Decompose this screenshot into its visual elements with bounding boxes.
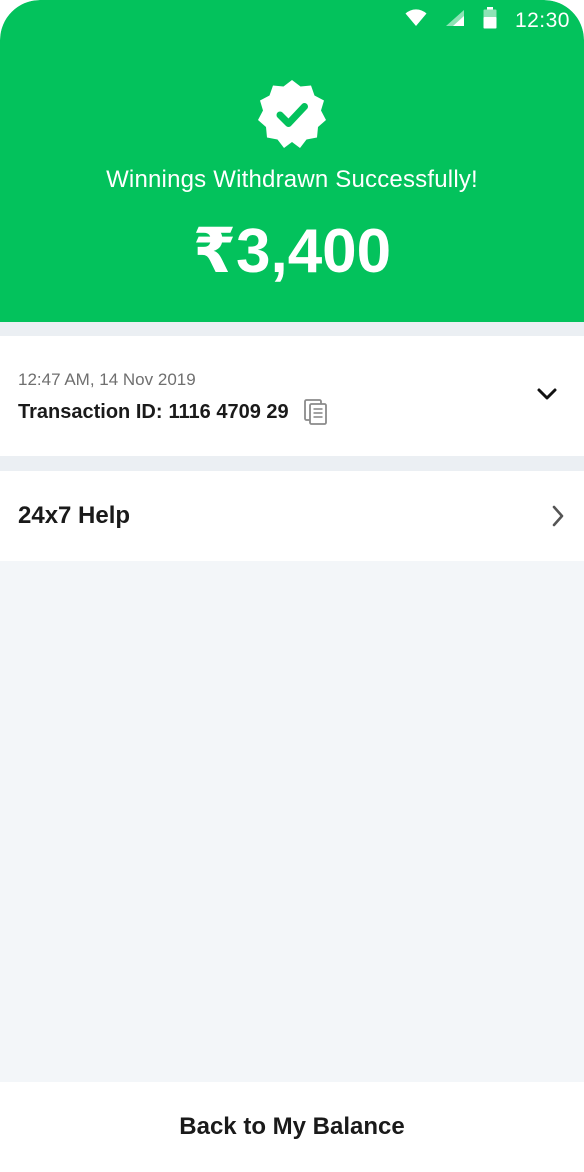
success-title: Winnings Withdrawn Successfully!: [106, 166, 478, 193]
section-divider: [0, 456, 584, 471]
section-divider: [0, 322, 584, 336]
status-time: 12:30: [514, 9, 570, 32]
bottom-action-bar: Back to My Balance: [0, 1082, 584, 1172]
back-to-balance-button[interactable]: Back to My Balance: [0, 1082, 584, 1172]
success-header: 12:30 Winnings Withdrawn Successfully! ₹…: [0, 0, 584, 322]
help-label: 24x7 Help: [18, 502, 131, 529]
help-row[interactable]: 24x7 Help: [0, 471, 584, 561]
copy-icon[interactable]: [303, 398, 329, 426]
transaction-id-label: Transaction ID:: [18, 400, 163, 423]
wifi-icon: [405, 9, 427, 33]
withdrawal-success-screen: 12:30 Winnings Withdrawn Successfully! ₹…: [0, 0, 584, 1172]
withdrawn-amount: ₹3,400: [192, 217, 392, 286]
transaction-timestamp: 12:47 AM, 14 Nov 2019: [18, 370, 196, 389]
transaction-id-value: 1116 4709 29: [168, 400, 289, 423]
verified-check-icon: [256, 78, 328, 150]
chevron-right-icon: [550, 504, 566, 528]
status-bar: 12:30: [405, 0, 584, 42]
chevron-down-icon[interactable]: [536, 386, 558, 402]
transaction-id-row: Transaction ID: 1116 4709 29: [18, 398, 329, 426]
transaction-details-card[interactable]: 12:47 AM, 14 Nov 2019 Transaction ID: 11…: [0, 336, 584, 456]
battery-icon: [483, 7, 497, 35]
signal-icon: [445, 9, 465, 33]
